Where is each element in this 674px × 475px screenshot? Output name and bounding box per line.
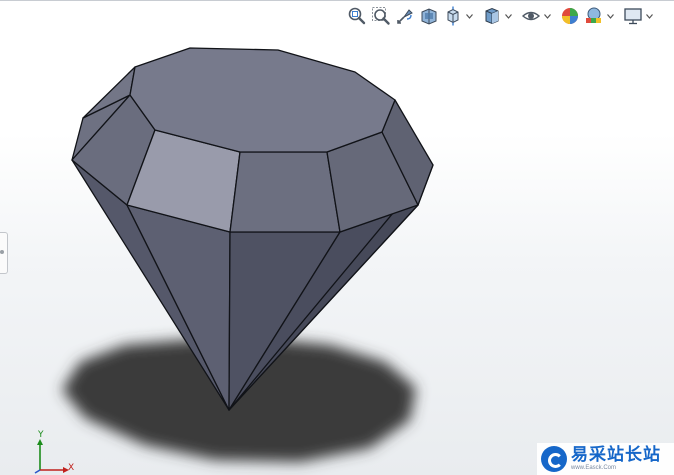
apply-scene-button[interactable] xyxy=(583,5,605,27)
display-style-button[interactable] xyxy=(481,5,503,27)
hide-show-items-icon xyxy=(521,11,541,21)
previous-view-icon xyxy=(397,9,413,24)
view-settings-dropdown[interactable] xyxy=(646,5,653,27)
watermark: 易采站长站 www.Easck.Com xyxy=(537,443,674,475)
view-orientation-icon xyxy=(447,6,459,26)
x-axis-label: X xyxy=(68,463,75,473)
crown-facet-front xyxy=(229,151,341,233)
zoom-to-area-icon xyxy=(372,7,390,25)
collapse-handle-icon xyxy=(0,250,4,254)
watermark-title: 易采站长站 xyxy=(571,445,661,465)
view-settings-button[interactable] xyxy=(622,5,644,27)
display-style-dropdown[interactable] xyxy=(505,5,512,27)
monitor-icon xyxy=(624,8,642,25)
heads-up-view-toolbar xyxy=(346,4,653,28)
previous-view-button[interactable] xyxy=(394,5,416,27)
zoom-to-fit-icon xyxy=(348,7,366,25)
chevron-down-icon xyxy=(466,13,473,19)
chevron-down-icon xyxy=(646,13,653,19)
chevron-down-icon xyxy=(544,13,551,19)
zoom-to-area-button[interactable] xyxy=(370,5,392,27)
apply-scene-icon xyxy=(586,7,601,23)
view-orientation-button[interactable] xyxy=(442,5,464,27)
watermark-subtitle: www.Easck.Com xyxy=(571,465,617,471)
section-view-button[interactable] xyxy=(418,5,440,27)
edit-appearance-icon xyxy=(562,8,578,24)
hide-show-items-button[interactable] xyxy=(520,5,542,27)
section-view-icon xyxy=(421,8,437,25)
graphics-area[interactable] xyxy=(0,0,674,475)
hide-show-items-dropdown[interactable] xyxy=(544,5,551,27)
zoom-to-fit-button[interactable] xyxy=(346,5,368,27)
watermark-logo-icon xyxy=(541,446,567,472)
reference-triad: Y X xyxy=(30,430,80,474)
chevron-down-icon xyxy=(607,13,614,19)
view-orientation-dropdown[interactable] xyxy=(466,5,473,27)
display-style-icon xyxy=(485,7,499,25)
apply-scene-dropdown[interactable] xyxy=(607,5,614,27)
edit-appearance-button[interactable] xyxy=(559,5,581,27)
chevron-down-icon xyxy=(505,13,512,19)
feature-manager-collapse-tab[interactable] xyxy=(0,232,8,274)
y-axis-label: Y xyxy=(38,430,44,440)
